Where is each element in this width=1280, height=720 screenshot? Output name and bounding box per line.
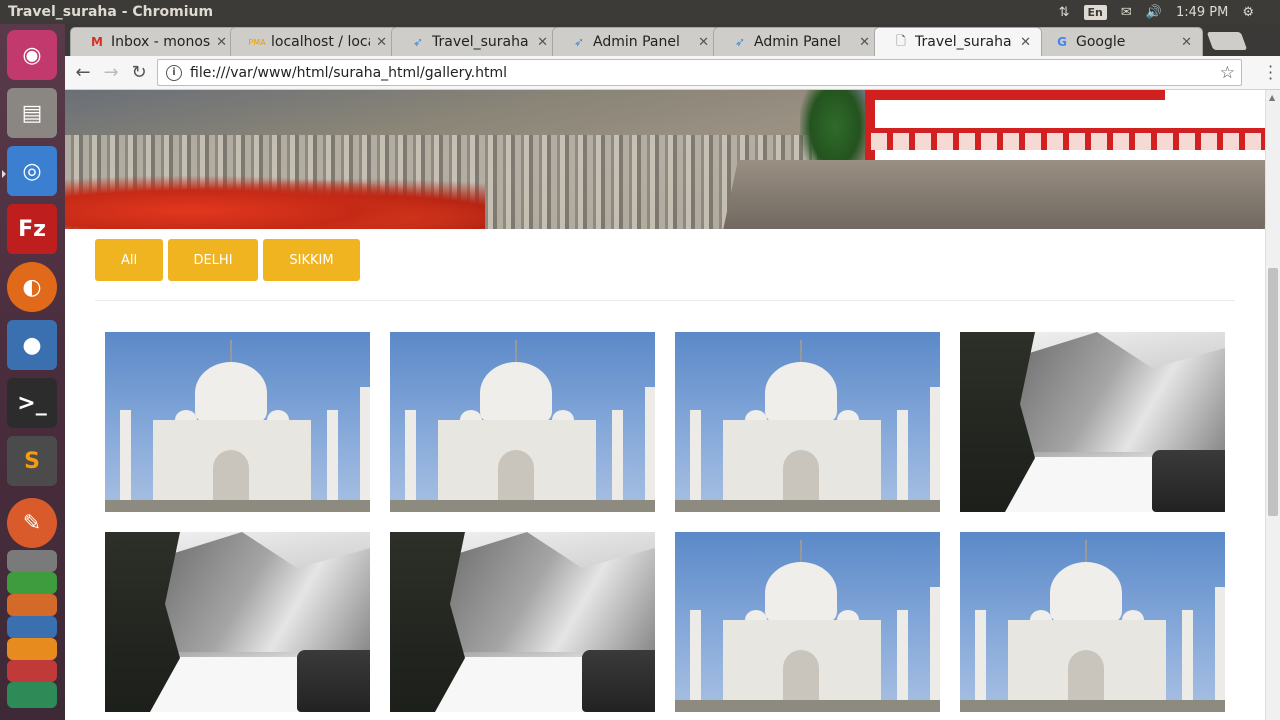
- text-editor-icon[interactable]: [7, 616, 57, 638]
- trash-icon[interactable]: [7, 682, 57, 708]
- amazon-icon[interactable]: [7, 638, 57, 660]
- bluefish-icon[interactable]: ●: [7, 320, 57, 370]
- snow-mountain-photo: [960, 332, 1225, 512]
- scroll-up-icon[interactable]: ▲: [1269, 93, 1275, 102]
- close-tab-icon[interactable]: ✕: [1181, 35, 1192, 50]
- reload-icon[interactable]: ↻: [125, 62, 153, 83]
- new-tab-button[interactable]: [1206, 32, 1248, 50]
- snow-mountain-photo: [390, 532, 655, 712]
- forward-arrow-icon[interactable]: →: [97, 62, 125, 83]
- bookmark-star-icon[interactable]: ☆: [1220, 63, 1235, 83]
- close-tab-icon[interactable]: ✕: [216, 35, 227, 50]
- tab-label: Admin Panel: [593, 34, 680, 50]
- firefox-icon[interactable]: ◐: [7, 262, 57, 312]
- gallery-image-taj-mahal[interactable]: [675, 332, 940, 512]
- page-icon: 🗋: [896, 33, 906, 48]
- tab-travel-suraha-1[interactable]: ➶ Travel_suraha ✕: [391, 27, 559, 56]
- volume-icon[interactable]: 🔊: [1146, 5, 1162, 20]
- tab-inbox[interactable]: M Inbox - monoshr ✕: [70, 27, 238, 56]
- network-icon[interactable]: ⇅: [1059, 5, 1070, 20]
- gmail-icon: M: [91, 35, 103, 49]
- libreoffice-writer-icon[interactable]: [7, 550, 57, 572]
- phpmyadmin-icon: PMA: [248, 37, 266, 47]
- running-pip: [2, 170, 6, 178]
- filezilla-icon[interactable]: Fz: [7, 204, 57, 254]
- ubuntu-dash-icon[interactable]: ◉: [7, 30, 57, 80]
- mail-icon[interactable]: ✉: [1121, 5, 1132, 20]
- libreoffice-calc-icon[interactable]: [7, 572, 57, 594]
- close-tab-icon[interactable]: ✕: [859, 35, 870, 50]
- bird-icon: ➶: [412, 35, 424, 49]
- bird-icon: ➶: [734, 35, 746, 49]
- hero-banner-image: [65, 90, 1265, 229]
- filter-sikkim-button[interactable]: SIKKIM: [263, 239, 360, 281]
- scrollbar-thumb[interactable]: [1268, 268, 1278, 516]
- gallery-image-snow-mountain[interactable]: [105, 532, 370, 712]
- libreoffice-impress-icon[interactable]: [7, 594, 57, 616]
- tab-google[interactable]: G Google ✕: [1035, 27, 1203, 56]
- sublime-text-icon[interactable]: S: [7, 436, 57, 486]
- power-icon[interactable]: ⚙: [1242, 5, 1254, 20]
- postman-icon[interactable]: ✎: [7, 498, 57, 548]
- close-tab-icon[interactable]: ✕: [698, 35, 709, 50]
- taj-mahal-photo: [105, 332, 370, 512]
- tab-label: localhost / local: [271, 34, 371, 50]
- browser-menu-icon[interactable]: · · ·: [1268, 59, 1273, 87]
- keyboard-layout-indicator[interactable]: En: [1083, 4, 1107, 20]
- taj-mahal-photo: [675, 332, 940, 512]
- gallery-image-taj-mahal[interactable]: [675, 532, 940, 712]
- tab-travel-suraha-active[interactable]: 🗋 Travel_suraha ✕: [874, 27, 1042, 56]
- browser-tab-bar: M Inbox - monoshr ✕ PMA localhost / loca…: [65, 24, 1280, 56]
- unity-launcher: ◉ ▤ ◎ Fz ◐ ● >_ S ✎: [0, 24, 65, 720]
- clock[interactable]: 1:49 PM: [1176, 5, 1228, 20]
- gallery-image-taj-mahal[interactable]: [390, 332, 655, 512]
- address-bar[interactable]: i file:///var/www/html/suraha_html/galle…: [157, 59, 1242, 86]
- gallery-image-snow-mountain[interactable]: [390, 532, 655, 712]
- taj-mahal-photo: [960, 532, 1225, 712]
- browser-toolbar: ← → ↻ i file:///var/www/html/suraha_html…: [65, 56, 1280, 90]
- tab-label: Google: [1076, 34, 1126, 50]
- tab-label: Travel_suraha: [915, 34, 1012, 50]
- filter-all-button[interactable]: All: [95, 239, 163, 281]
- filter-delhi-button[interactable]: DELHI: [168, 239, 258, 281]
- gallery-image-taj-mahal[interactable]: [105, 332, 370, 512]
- divider: [95, 300, 1235, 301]
- tab-admin-panel-1[interactable]: ➶ Admin Panel ✕: [552, 27, 720, 56]
- system-top-panel: Travel_suraha - Chromium ⇅ En ✉ 🔊 1:49 P…: [0, 0, 1280, 24]
- taj-mahal-photo: [675, 532, 940, 712]
- system-tray: ⇅ En ✉ 🔊 1:49 PM ⚙: [1059, 4, 1280, 20]
- bird-icon: ➶: [573, 35, 585, 49]
- tab-admin-panel-2[interactable]: ➶ Admin Panel ✕: [713, 27, 881, 56]
- page-scrollbar[interactable]: ▲: [1265, 90, 1280, 720]
- gallery-filter-bar: All DELHI SIKKIM: [95, 239, 360, 281]
- tab-label: Travel_suraha: [432, 34, 529, 50]
- settings-icon[interactable]: [7, 660, 57, 682]
- close-tab-icon[interactable]: ✕: [537, 35, 548, 50]
- back-arrow-icon[interactable]: ←: [69, 62, 97, 83]
- close-tab-icon[interactable]: ✕: [376, 35, 387, 50]
- files-icon[interactable]: ▤: [7, 88, 57, 138]
- tab-label: Admin Panel: [754, 34, 841, 50]
- taj-mahal-photo: [390, 332, 655, 512]
- google-icon: G: [1057, 35, 1067, 49]
- chromium-icon[interactable]: ◎: [7, 146, 57, 196]
- tab-phpmyadmin[interactable]: PMA localhost / local ✕: [230, 27, 398, 56]
- snow-mountain-photo: [105, 532, 370, 712]
- page-viewport: All DELHI SIKKIM: [65, 90, 1265, 720]
- info-icon[interactable]: i: [166, 64, 182, 81]
- window-title: Travel_suraha - Chromium: [8, 4, 214, 20]
- url-text[interactable]: file:///var/www/html/suraha_html/gallery…: [190, 65, 507, 81]
- tab-label: Inbox - monoshr: [111, 34, 211, 50]
- gallery-image-snow-mountain[interactable]: [960, 332, 1225, 512]
- terminal-icon[interactable]: >_: [7, 378, 57, 428]
- close-tab-icon[interactable]: ✕: [1020, 35, 1031, 50]
- gallery-image-taj-mahal[interactable]: [960, 532, 1225, 712]
